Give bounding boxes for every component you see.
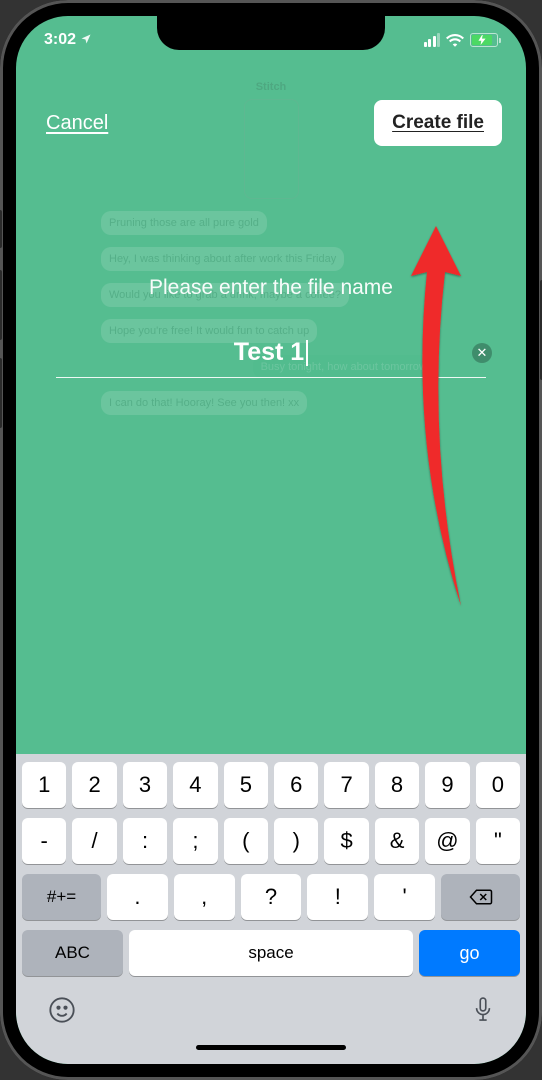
key-sym-1[interactable]: / xyxy=(72,818,116,864)
key-sym-8[interactable]: @ xyxy=(425,818,469,864)
abc-key[interactable]: ABC xyxy=(22,930,123,976)
cell-signal-icon xyxy=(424,33,441,47)
device-notch xyxy=(157,16,385,50)
location-icon xyxy=(80,33,92,48)
key-sym-5[interactable]: ) xyxy=(274,818,318,864)
dictation-icon[interactable] xyxy=(472,996,494,1029)
key-sym-4[interactable]: ( xyxy=(224,818,268,864)
key-sym-7[interactable]: & xyxy=(375,818,419,864)
ios-keyboard: 1234567890 -/:;()$&@" #+= . , ? ! ' ABC … xyxy=(16,754,526,1064)
key-num-6[interactable]: 7 xyxy=(324,762,368,808)
status-time: 3:02 xyxy=(44,31,76,49)
key-apostrophe[interactable]: ' xyxy=(374,874,435,920)
key-num-1[interactable]: 2 xyxy=(72,762,116,808)
symbols-key[interactable]: #+= xyxy=(22,874,101,920)
key-sym-6[interactable]: $ xyxy=(324,818,368,864)
key-num-2[interactable]: 3 xyxy=(123,762,167,808)
backspace-key[interactable] xyxy=(441,874,520,920)
key-comma[interactable]: , xyxy=(174,874,235,920)
key-sym-0[interactable]: - xyxy=(22,818,66,864)
cancel-button[interactable]: Cancel xyxy=(46,112,108,135)
key-sym-9[interactable]: " xyxy=(476,818,520,864)
home-indicator[interactable] xyxy=(196,1045,346,1050)
key-exclaim[interactable]: ! xyxy=(307,874,368,920)
clear-input-button[interactable]: ✕ xyxy=(472,343,492,363)
key-num-7[interactable]: 8 xyxy=(375,762,419,808)
emoji-icon[interactable] xyxy=(48,996,76,1029)
wifi-icon xyxy=(446,33,464,47)
key-num-5[interactable]: 6 xyxy=(274,762,318,808)
key-num-4[interactable]: 5 xyxy=(224,762,268,808)
key-num-3[interactable]: 4 xyxy=(173,762,217,808)
key-num-0[interactable]: 1 xyxy=(22,762,66,808)
key-num-9[interactable]: 0 xyxy=(476,762,520,808)
battery-icon xyxy=(470,33,498,47)
text-cursor xyxy=(306,340,308,366)
key-period[interactable]: . xyxy=(107,874,168,920)
create-file-button[interactable]: Create file xyxy=(374,100,502,146)
dialog-prompt: Please enter the file name xyxy=(56,276,486,300)
key-sym-3[interactable]: ; xyxy=(173,818,217,864)
key-num-8[interactable]: 9 xyxy=(425,762,469,808)
key-sym-2[interactable]: : xyxy=(123,818,167,864)
space-key[interactable]: space xyxy=(129,930,413,976)
key-question[interactable]: ? xyxy=(241,874,302,920)
filename-input[interactable]: Test 1 xyxy=(56,328,486,378)
go-key[interactable]: go xyxy=(419,930,520,976)
